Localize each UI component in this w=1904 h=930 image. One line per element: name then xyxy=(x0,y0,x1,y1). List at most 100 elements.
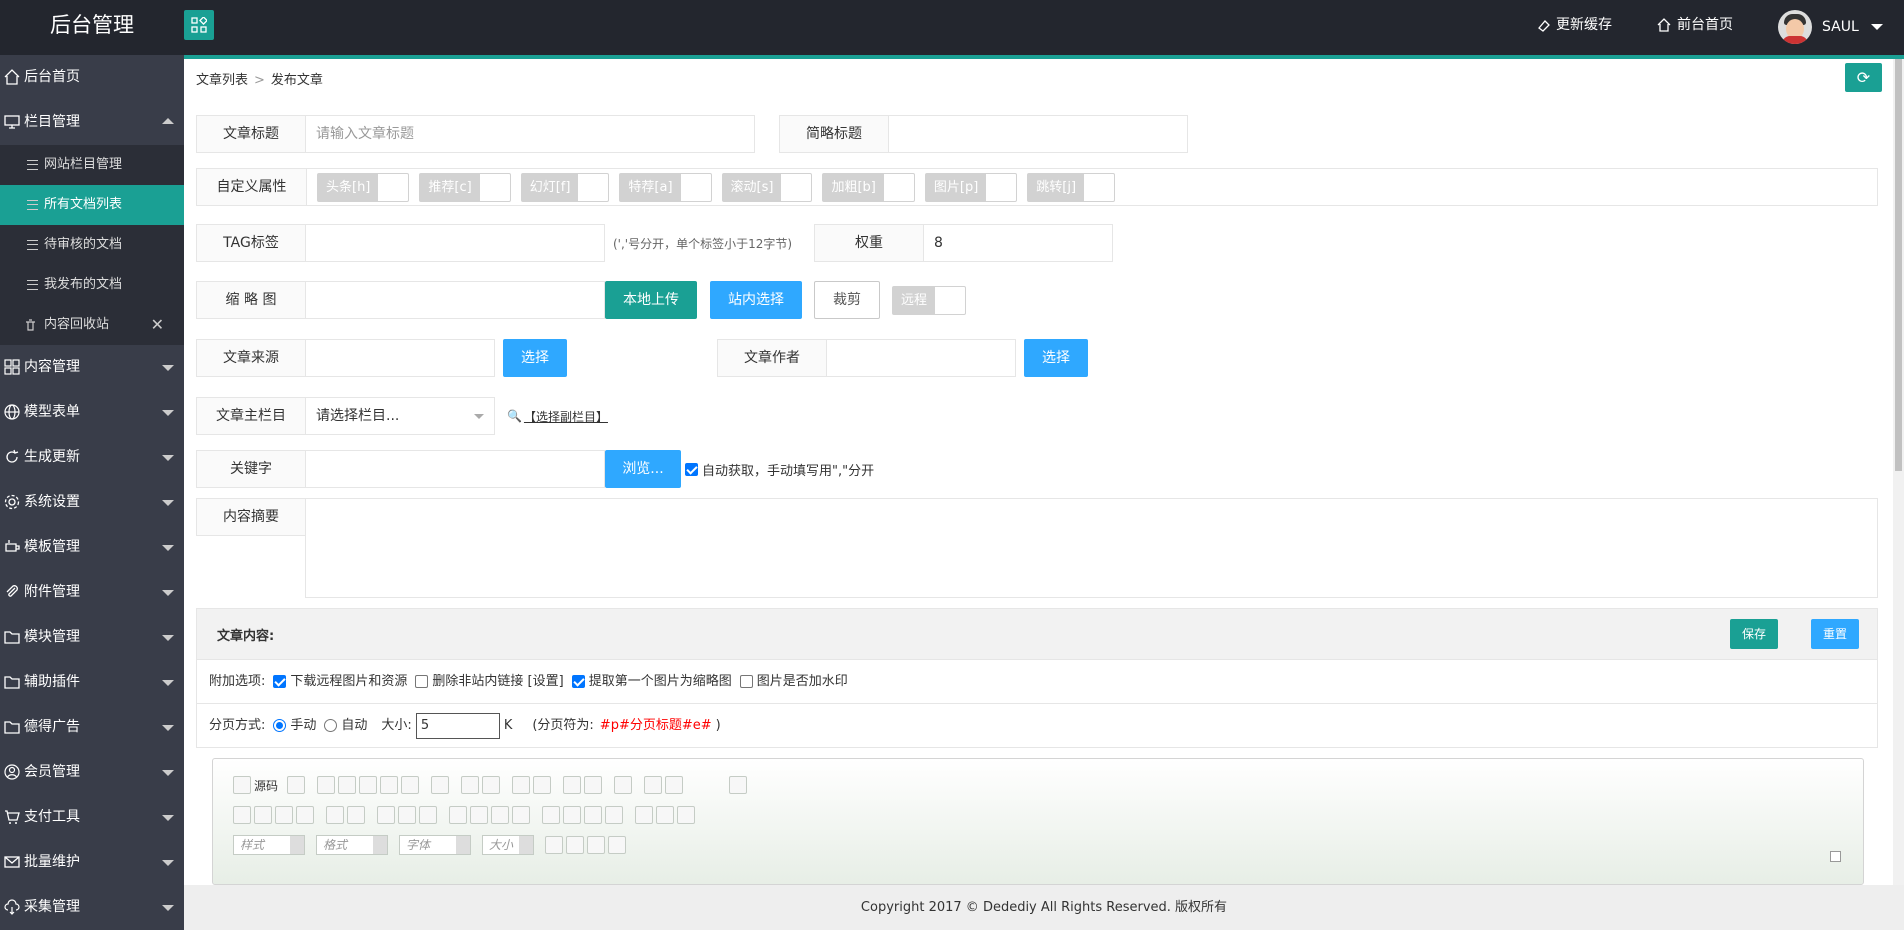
paste-icon[interactable] xyxy=(359,776,378,794)
replace-icon[interactable] xyxy=(533,776,552,794)
watermark-checkbox[interactable] xyxy=(739,675,753,688)
flash-icon[interactable] xyxy=(665,776,684,794)
outdent-icon[interactable] xyxy=(377,806,395,824)
sidebar-item-column-mgmt[interactable]: 栏目管理 xyxy=(0,100,184,145)
breadcrumb-parent[interactable]: 文章列表 xyxy=(196,73,248,88)
source-input[interactable] xyxy=(305,339,495,377)
source-icon[interactable] xyxy=(233,776,251,794)
sidebar-item-home[interactable]: 后台首页 xyxy=(0,55,184,100)
vertical-scrollbar[interactable] xyxy=(1893,59,1904,885)
source-choose-button[interactable]: 选择 xyxy=(503,339,567,377)
unlink-icon[interactable] xyxy=(656,806,674,824)
sidebar-item-template-mgmt[interactable]: 模板管理 xyxy=(0,525,184,570)
eraser-icon[interactable] xyxy=(584,776,603,794)
update-cache-link[interactable]: 更新缓存 xyxy=(1537,0,1612,50)
attr-switch-j[interactable]: 跳转[j] xyxy=(1027,172,1116,202)
size-combo[interactable]: 大小 xyxy=(482,835,534,855)
sidebar-subitem-all-docs[interactable]: 所有文档列表 xyxy=(0,185,184,225)
sidebar-subitem-recycle-bin[interactable]: 内容回收站 ✕ xyxy=(0,305,184,345)
template-insert-icon[interactable] xyxy=(608,836,626,854)
sidebar-item-system-settings[interactable]: 系统设置 xyxy=(0,480,184,525)
grid-menu-button[interactable] xyxy=(184,10,214,40)
cut-icon[interactable] xyxy=(317,776,336,794)
align-right-icon[interactable] xyxy=(491,806,509,824)
image-icon[interactable] xyxy=(644,776,663,794)
style-combo[interactable]: 样式 xyxy=(233,835,305,855)
thumb-input[interactable] xyxy=(305,281,605,319)
attr-switch-a[interactable]: 特荐[a] xyxy=(619,172,712,202)
download-remote-checkbox[interactable] xyxy=(273,675,287,688)
sidebar-item-generate-update[interactable]: 生成更新 xyxy=(0,435,184,480)
tag-input[interactable] xyxy=(305,224,605,262)
link-icon[interactable] xyxy=(635,806,653,824)
table-icon[interactable] xyxy=(542,806,560,824)
front-home-link[interactable]: 前台首页 xyxy=(1657,0,1733,50)
short-title-input[interactable] xyxy=(888,115,1188,153)
rich-text-editor[interactable]: 源码 样式 格式 字体 大小 xyxy=(212,758,1864,885)
sidebar-subitem-pending-docs[interactable]: 待审核的文档 xyxy=(0,225,184,265)
crop-button[interactable]: 裁剪 xyxy=(814,281,880,319)
underline-icon[interactable] xyxy=(275,806,293,824)
text-color-icon[interactable] xyxy=(545,836,563,854)
paste-text-icon[interactable] xyxy=(380,776,399,794)
sidebar-item-payment[interactable]: 支付工具 xyxy=(0,795,184,840)
sidebar-subitem-my-docs[interactable]: 我发布的文档 xyxy=(0,265,184,305)
preview-icon[interactable] xyxy=(614,776,633,794)
keywords-input[interactable] xyxy=(305,450,605,488)
attr-switch-f[interactable]: 幻灯[f] xyxy=(520,172,610,202)
sidebar-item-collect[interactable]: 采集管理 xyxy=(0,885,184,930)
scrollbar-thumb[interactable] xyxy=(1895,59,1902,471)
bullet-list-icon[interactable] xyxy=(347,806,365,824)
redo-icon[interactable] xyxy=(482,776,501,794)
template-icon[interactable] xyxy=(287,776,306,794)
sidebar-item-attachment-mgmt[interactable]: 附件管理 xyxy=(0,570,184,615)
main-column-select[interactable]: 请选择栏目... xyxy=(305,397,495,435)
remote-switch[interactable]: 远程 xyxy=(892,285,967,315)
find-icon[interactable] xyxy=(512,776,531,794)
paste-word-icon[interactable] xyxy=(401,776,420,794)
save-button[interactable]: 保存 xyxy=(1730,619,1779,649)
collapse-toolbar-icon[interactable] xyxy=(1830,851,1841,862)
author-choose-button[interactable]: 选择 xyxy=(1024,339,1088,377)
title-input[interactable]: 请输入文章标题 xyxy=(305,115,755,153)
refresh-button[interactable]: ⟳ xyxy=(1845,63,1882,92)
bold-icon[interactable] xyxy=(233,806,251,824)
sidebar-item-module-mgmt[interactable]: 模块管理 xyxy=(0,615,184,660)
omega-icon[interactable] xyxy=(605,806,623,824)
format-combo[interactable]: 格式 xyxy=(316,835,388,855)
smiley-icon[interactable] xyxy=(584,806,602,824)
remove-links-checkbox[interactable] xyxy=(415,675,429,688)
sidebar-item-ads[interactable]: 德得广告 xyxy=(0,705,184,750)
align-left-icon[interactable] xyxy=(449,806,467,824)
hr-icon[interactable] xyxy=(563,806,581,824)
sub-column-link[interactable]: 【选择副栏目】 xyxy=(524,408,608,425)
sidebar-item-batch[interactable]: 批量维护 xyxy=(0,840,184,885)
sidebar-item-model-forms[interactable]: 模型表单 xyxy=(0,390,184,435)
bg-color-icon[interactable] xyxy=(566,836,584,854)
print-icon[interactable] xyxy=(431,776,450,794)
upload-local-button[interactable]: 本地上传 xyxy=(605,281,697,319)
sidebar-subitem-site-columns[interactable]: 网站栏目管理 xyxy=(0,145,184,185)
browse-button[interactable]: 浏览... xyxy=(605,450,681,488)
copy-icon[interactable] xyxy=(338,776,357,794)
author-input[interactable] xyxy=(826,339,1016,377)
sidebar-item-members[interactable]: 会员管理 xyxy=(0,750,184,795)
anchor-icon[interactable] xyxy=(677,806,695,824)
strike-icon[interactable] xyxy=(296,806,314,824)
close-icon[interactable]: ✕ xyxy=(151,305,164,345)
summary-textarea[interactable] xyxy=(305,498,1878,598)
attr-switch-h[interactable]: 头条[h] xyxy=(317,172,410,202)
attr-switch-s[interactable]: 滚动[s] xyxy=(721,172,813,202)
paging-auto-radio[interactable] xyxy=(324,719,338,732)
first-image-thumb-checkbox[interactable] xyxy=(571,675,585,688)
reset-button[interactable]: 重置 xyxy=(1811,619,1860,649)
align-justify-icon[interactable] xyxy=(512,806,530,824)
sidebar-item-content-mgmt[interactable]: 内容管理 xyxy=(0,345,184,390)
paging-manual-radio[interactable] xyxy=(273,719,287,732)
select-all-icon[interactable] xyxy=(563,776,582,794)
font-combo[interactable]: 字体 xyxy=(399,835,471,855)
blockquote-icon[interactable] xyxy=(419,806,437,824)
size-input[interactable]: 5 xyxy=(415,712,500,739)
ordered-list-icon[interactable] xyxy=(326,806,344,824)
weight-input[interactable]: 8 xyxy=(923,224,1114,262)
